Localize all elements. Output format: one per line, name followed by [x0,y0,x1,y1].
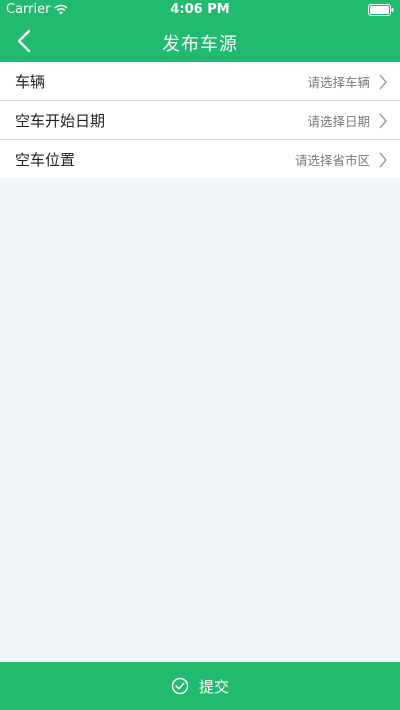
chevron-right-icon [379,152,387,168]
nav-bar: 发布车源 [0,20,400,62]
page-title: 发布车源 [162,34,238,55]
status-bar: Carrier 4:06 PM [0,0,400,20]
row-label: 空车开始日期 [15,111,106,130]
row-placeholder: 请选择车辆 [307,74,370,90]
submit-label: 提交 [198,677,229,696]
location-row[interactable]: 空车位置 请选择省市区 [0,140,400,178]
battery-icon [368,4,394,16]
chevron-right-icon [379,113,387,129]
row-placeholder: 请选择日期 [307,113,370,129]
row-placeholder: 请选择省市区 [294,152,370,168]
chevron-right-icon [379,74,387,90]
vehicle-row[interactable]: 车辆 请选择车辆 [0,62,400,101]
check-circle-icon [171,677,189,695]
row-label: 空车位置 [15,150,76,169]
start-date-row[interactable]: 空车开始日期 请选择日期 [0,101,400,140]
status-time: 4:06 PM [170,2,230,17]
form-list: 车辆 请选择车辆 空车开始日期 请选择日期 空车位置 请选择省市区 [0,62,400,178]
row-label: 车辆 [15,72,46,91]
submit-button[interactable]: 提交 [0,662,400,710]
